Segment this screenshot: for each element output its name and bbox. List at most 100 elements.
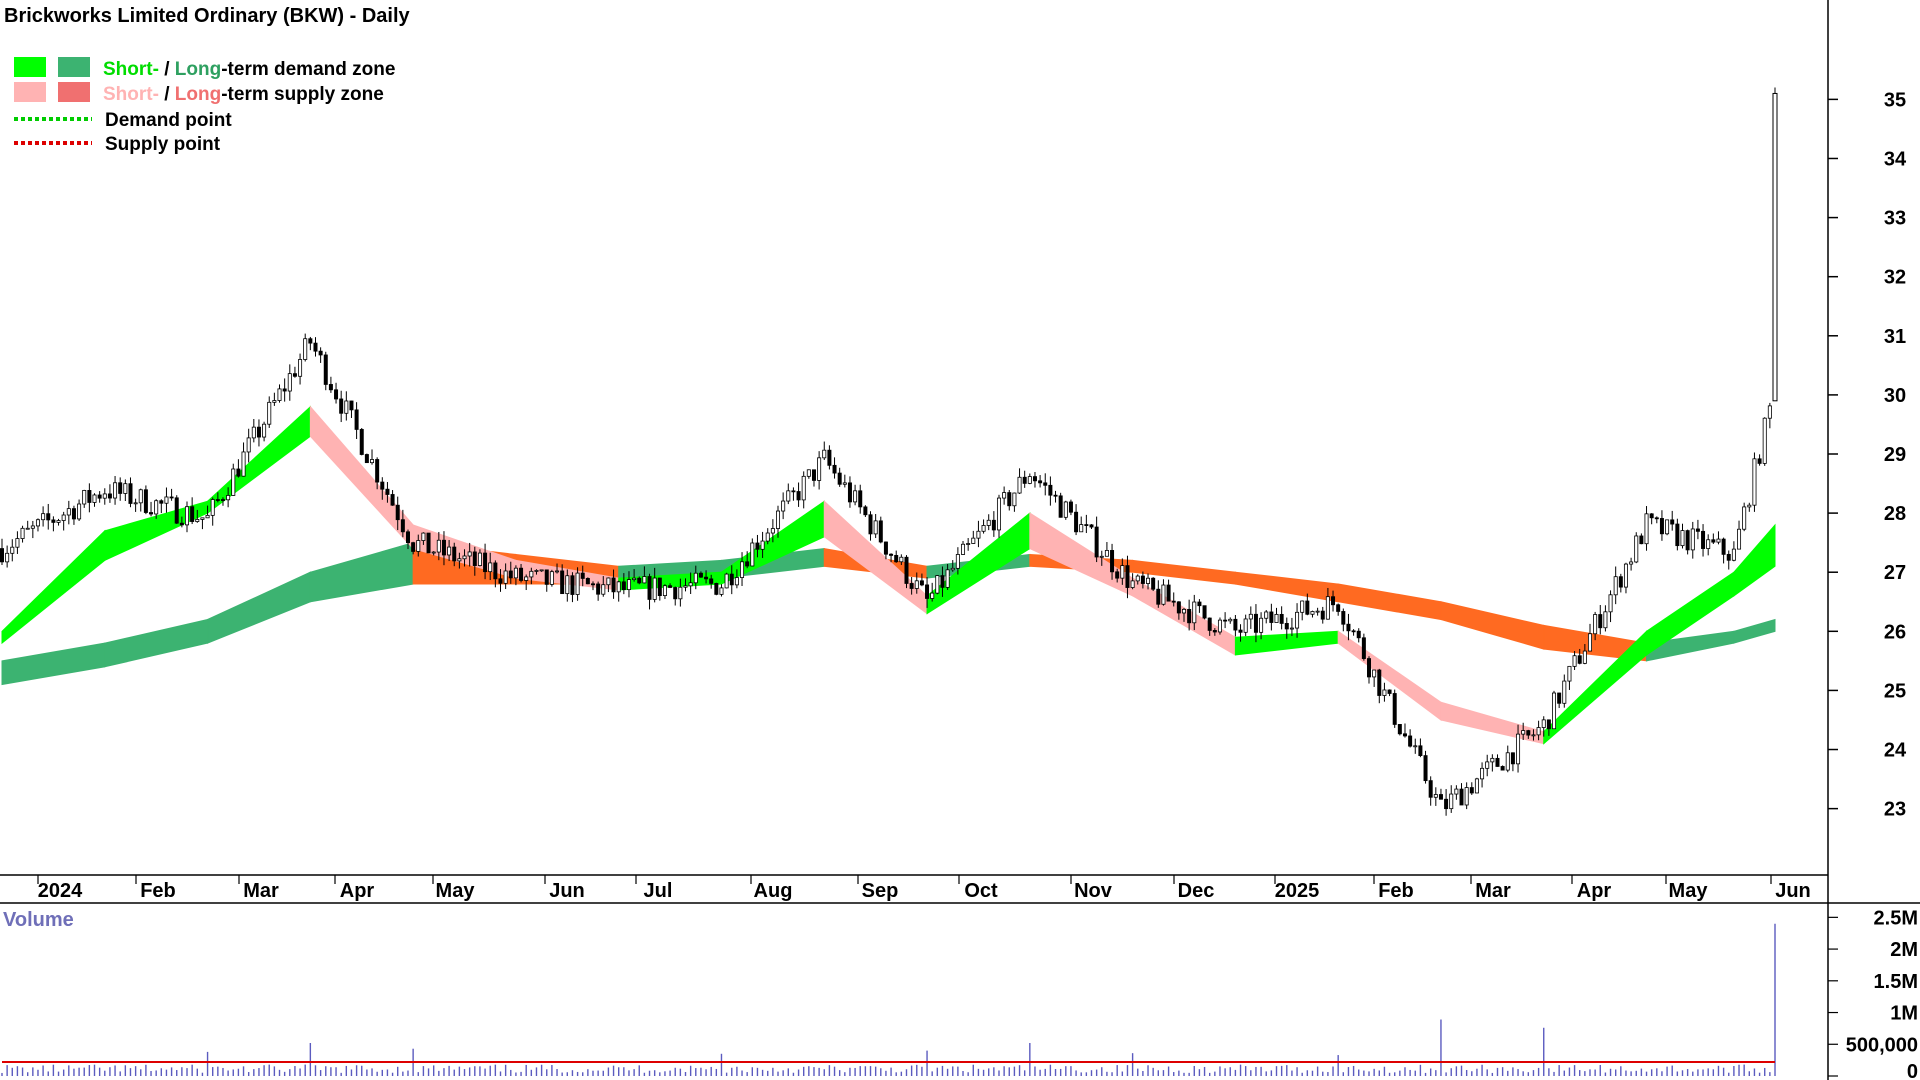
candle-body xyxy=(1510,752,1515,765)
candle-body xyxy=(1500,766,1505,771)
candle-body xyxy=(1423,755,1428,782)
candle-body xyxy=(1192,601,1197,624)
candle-body xyxy=(1757,458,1762,464)
candle-body xyxy=(611,577,616,593)
legend-supply-suffix: -term supply zone xyxy=(221,84,384,105)
candle-body xyxy=(128,483,133,504)
candle-body xyxy=(894,555,899,563)
candle-body xyxy=(1428,780,1433,798)
candle-body xyxy=(1130,580,1135,588)
candle-body xyxy=(82,490,87,505)
candle-body xyxy=(1176,601,1181,614)
candle-body xyxy=(745,561,750,567)
candle-body xyxy=(1572,655,1577,667)
candle-body xyxy=(66,508,71,516)
month-label: Apr xyxy=(1577,880,1612,902)
candle-body xyxy=(344,400,349,414)
candle-body xyxy=(765,532,770,542)
candle-body xyxy=(436,539,441,553)
legend-supply-short: Short- xyxy=(103,84,159,105)
month-label: 2025 xyxy=(1275,880,1320,902)
candle-body xyxy=(621,581,626,591)
candle-body xyxy=(246,437,251,453)
volume-bars xyxy=(1,923,1776,1076)
legend-short-demand-swatch xyxy=(14,57,46,77)
candle-body xyxy=(334,389,339,400)
candle-body xyxy=(318,350,323,356)
month-label: May xyxy=(1669,880,1709,902)
candle-body xyxy=(863,506,868,516)
candle-body xyxy=(555,570,560,573)
candle-body xyxy=(832,464,837,474)
candle-body xyxy=(1079,524,1084,533)
candle-body xyxy=(149,512,154,515)
candle-body xyxy=(61,514,66,521)
candle-body xyxy=(729,573,734,586)
candle-body xyxy=(1233,618,1238,631)
candle-body xyxy=(724,573,729,589)
candle-body xyxy=(1557,692,1562,704)
candle-body xyxy=(97,494,102,499)
candle-body xyxy=(256,426,261,438)
month-label: Mar xyxy=(1475,880,1511,902)
candle-body xyxy=(241,451,246,477)
candle-body xyxy=(205,514,210,519)
legend-long-supply-swatch xyxy=(58,82,90,102)
candle-body xyxy=(1598,614,1603,629)
candle-body xyxy=(811,469,816,481)
candle-body xyxy=(961,543,966,555)
candle-body xyxy=(46,513,51,521)
candle-body xyxy=(781,500,786,512)
candle-body xyxy=(328,384,333,391)
long-term-zone-segment xyxy=(104,618,209,668)
candle-body xyxy=(1032,476,1037,482)
candle-body xyxy=(1634,535,1639,563)
price-tick-label: 31 xyxy=(1884,326,1906,348)
candle-body xyxy=(1541,719,1546,728)
legend-demand-suffix: -term demand zone xyxy=(221,59,395,80)
candle-body xyxy=(1454,788,1459,795)
price-tick-label: 23 xyxy=(1884,799,1906,821)
candle-body xyxy=(1166,584,1171,602)
candle-body xyxy=(56,520,61,523)
candle-body xyxy=(930,592,935,599)
candle-body xyxy=(549,571,554,585)
candle-body xyxy=(1495,757,1500,767)
candle-body xyxy=(878,520,883,543)
candle-body xyxy=(1526,730,1531,736)
price-tick-label: 32 xyxy=(1884,267,1906,289)
candle-body xyxy=(1449,793,1454,810)
candle-body xyxy=(277,388,282,401)
candle-body xyxy=(508,570,513,579)
candle-body xyxy=(1490,757,1495,763)
candle-body xyxy=(272,400,277,403)
price-tick-label: 30 xyxy=(1884,385,1906,407)
legend-long-demand-swatch xyxy=(58,57,90,77)
candle-body xyxy=(262,423,267,438)
candle-body xyxy=(143,489,148,513)
candle-body xyxy=(1325,596,1330,620)
candle-body xyxy=(1742,506,1747,530)
price-tick-label: 33 xyxy=(1884,208,1906,230)
candle-body xyxy=(575,572,580,595)
candle-body xyxy=(282,388,287,392)
candle-body xyxy=(719,587,724,595)
candle-body xyxy=(1629,561,1634,565)
candle-body xyxy=(1043,482,1048,486)
candle-body xyxy=(1315,610,1320,613)
candle-body xyxy=(1675,523,1680,547)
volume-tick-label: 1.5M xyxy=(1874,971,1918,993)
candle-body xyxy=(426,532,431,554)
long-term-zone-segment xyxy=(1733,618,1776,644)
month-label: Oct xyxy=(964,880,998,902)
month-label: 2024 xyxy=(38,880,83,902)
candle-body xyxy=(1474,778,1479,794)
candle-body xyxy=(626,579,631,591)
month-label: Apr xyxy=(340,880,375,902)
candle-body xyxy=(483,552,488,573)
candle-body xyxy=(107,493,112,499)
volume-tick-label: 0 xyxy=(1907,1061,1918,1080)
candle-body xyxy=(1243,618,1248,633)
candle-body xyxy=(1346,623,1351,632)
candle-body xyxy=(883,541,888,555)
